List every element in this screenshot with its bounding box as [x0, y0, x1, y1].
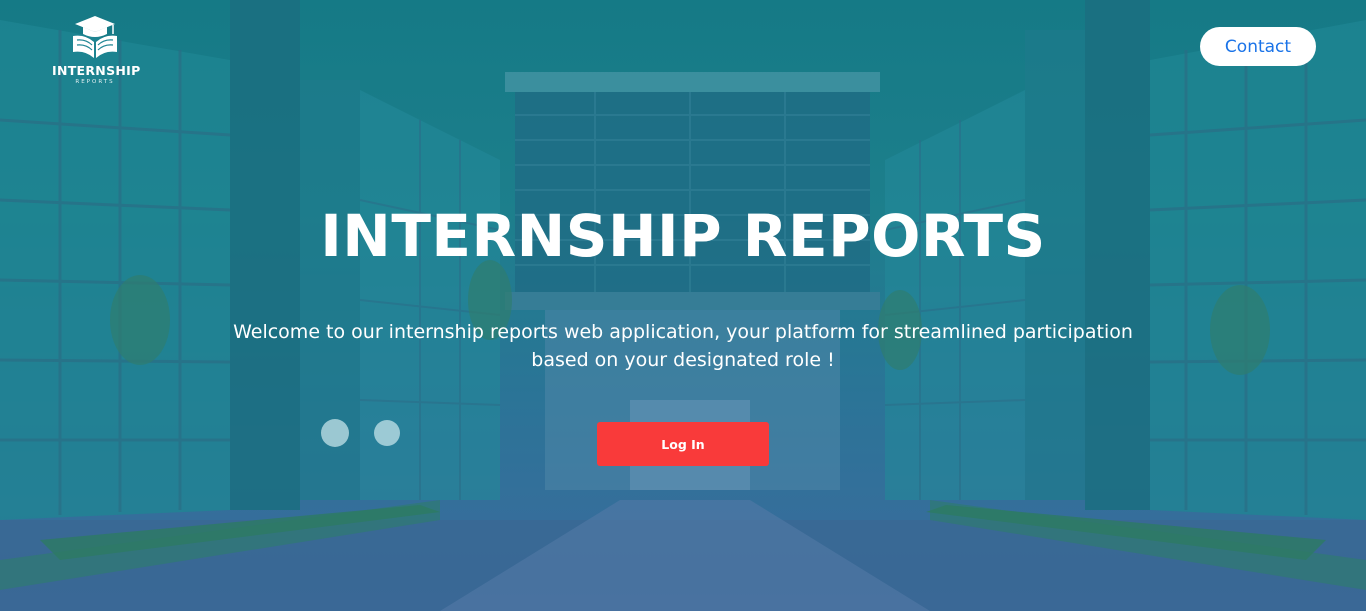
logo-name: INTERNSHIP [52, 63, 141, 78]
logo-tagline: REPORTS [75, 79, 115, 85]
contact-button[interactable]: Contact [1200, 27, 1316, 66]
graduation-cap-book-icon [73, 16, 117, 58]
page-title: INTERNSHIP REPORTS [320, 202, 1046, 270]
brand-logo[interactable]: INTERNSHIP REPORTS [52, 14, 141, 85]
login-button[interactable]: Log In [597, 422, 769, 466]
campus-building-background [0, 0, 1366, 611]
hero-section: INTERNSHIP REPORTS Contact INTERNSHIP RE… [0, 0, 1366, 611]
hero-subtitle: Welcome to our internship reports web ap… [233, 321, 1133, 371]
